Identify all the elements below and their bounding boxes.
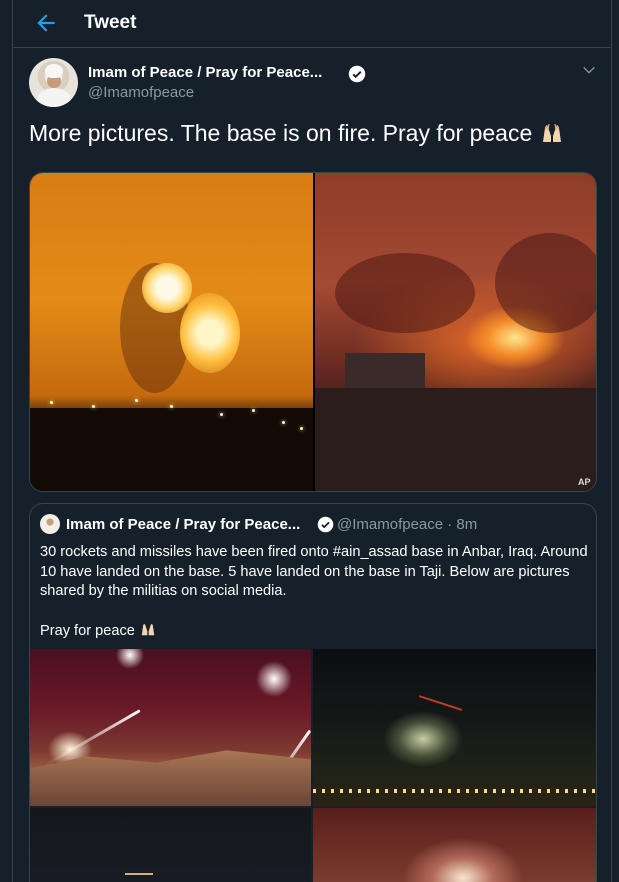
photo-night-smoke[interactable] <box>313 649 596 806</box>
quoted-body: 30 rockets and missiles have been fired … <box>40 543 592 642</box>
chevron-down-icon[interactable] <box>581 62 597 78</box>
photo-night-sky[interactable] <box>30 808 311 882</box>
tweet-text-content: More pictures. The base is on fire. Pray… <box>29 120 533 146</box>
photo-explosion-left[interactable] <box>30 173 313 491</box>
photo-explosion-right[interactable] <box>315 173 596 491</box>
verified-badge-icon <box>317 516 334 533</box>
photo-bright-flash[interactable] <box>313 808 596 882</box>
quoted-paragraph-2: Pray for peace <box>40 621 592 642</box>
avatar[interactable] <box>29 58 78 107</box>
folded-hands-emoji-icon <box>542 123 561 142</box>
author-name[interactable]: Imam of Peace / Pray for Peace... <box>88 64 322 81</box>
folded-hands-emoji-icon <box>141 623 155 636</box>
quoted-avatar <box>40 514 60 534</box>
arrow-left-icon[interactable] <box>33 10 59 36</box>
tweet-text: More pictures. The base is on fire. Pray… <box>29 118 599 148</box>
media-credit: AP <box>578 477 591 487</box>
tweet-column: Tweet Imam of Peace / Pray for Peace... … <box>12 0 612 882</box>
page-header: Tweet <box>13 0 611 48</box>
quoted-paragraph-1: 30 rockets and missiles have been fired … <box>40 544 588 599</box>
quoted-meta: @Imamofpeace · 8m <box>337 516 478 533</box>
quoted-author-name: Imam of Peace / Pray for Peace... <box>66 516 301 533</box>
quoted-media-grid[interactable] <box>30 649 596 882</box>
author-handle[interactable]: @Imamofpeace <box>88 84 194 101</box>
tweet-media[interactable]: AP <box>29 172 597 492</box>
page-title: Tweet <box>84 12 137 33</box>
quoted-tweet[interactable]: Imam of Peace / Pray for Peace... @Imamo… <box>29 503 597 882</box>
quoted-paragraph-2-text: Pray for peace <box>40 623 135 639</box>
verified-badge-icon <box>348 65 366 83</box>
photo-missile-launch[interactable] <box>30 649 311 806</box>
